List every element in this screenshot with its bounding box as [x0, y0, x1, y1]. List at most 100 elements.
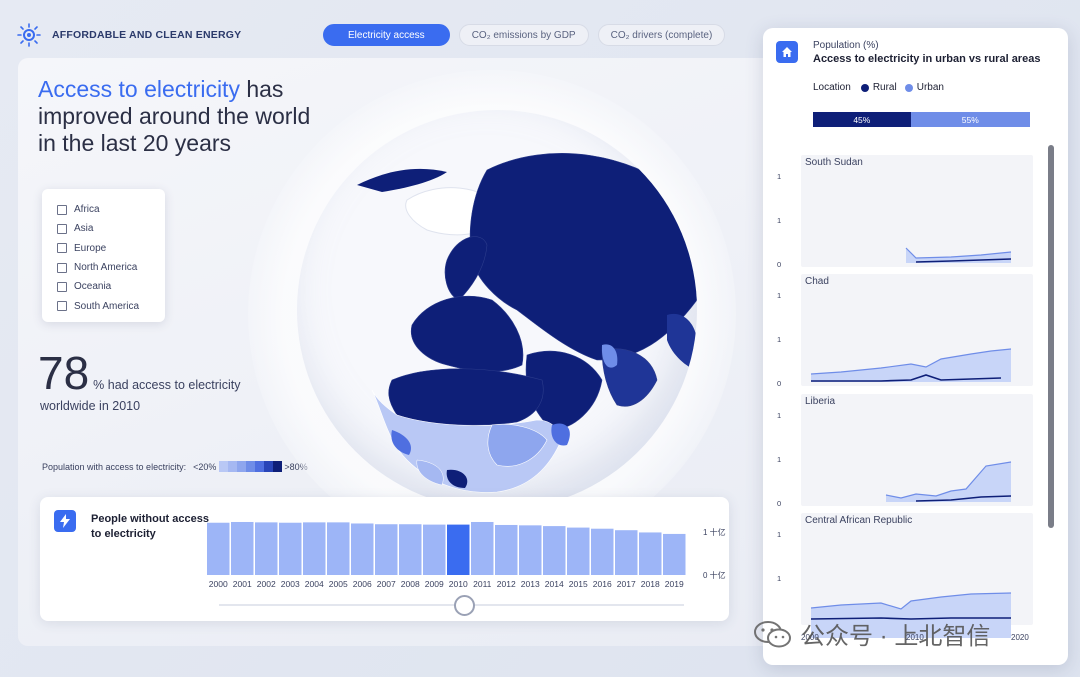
legend-swatch — [219, 461, 229, 472]
checkbox[interactable] — [57, 281, 67, 292]
checkbox[interactable] — [57, 243, 67, 254]
bar-2003[interactable] — [279, 522, 302, 575]
region-label: South America — [74, 300, 140, 312]
region-option-africa[interactable]: Africa — [57, 200, 165, 219]
year-label-2013: 2013 — [520, 579, 540, 589]
bar-2012[interactable] — [495, 524, 518, 575]
bar-2011[interactable] — [471, 521, 494, 575]
bar-2016[interactable] — [591, 528, 614, 575]
area-chart — [810, 348, 1012, 382]
legend-swatch — [264, 461, 274, 472]
watermark-text: 公众号 · 上北智信 — [801, 623, 991, 650]
region-option-south-america[interactable]: South America — [57, 296, 165, 315]
checkbox[interactable] — [57, 223, 67, 234]
bar-2008[interactable] — [399, 524, 422, 575]
home-icon[interactable] — [776, 41, 798, 63]
region-label: Europe — [74, 242, 107, 254]
people-without-access-card: People without access to electricity 1 十… — [40, 497, 729, 621]
tab-co2-drivers[interactable]: CO₂ drivers (complete) — [597, 24, 726, 46]
y-label: 0 — [777, 499, 782, 508]
tab-electricity-access[interactable]: Electricity access — [323, 24, 450, 46]
year-slider-track[interactable] — [219, 604, 684, 606]
bar-2007[interactable] — [375, 524, 398, 575]
world-map — [357, 153, 697, 493]
y-label: 1 — [777, 216, 782, 225]
panel-subtitle: Population (%) — [813, 40, 879, 51]
area-chart — [885, 461, 1012, 502]
panel-title: Access to electricity in urban vs rural … — [813, 53, 1041, 65]
y-label: 1 — [777, 172, 782, 181]
y-label: 1 — [777, 411, 782, 420]
urban-dot — [904, 83, 913, 92]
y-axis-bottom-label: 0 十亿 — [703, 571, 726, 580]
bar-2014[interactable] — [543, 526, 566, 575]
bar-2013[interactable] — [519, 525, 542, 575]
stat-value: 78 — [38, 347, 90, 399]
bar-2015[interactable] — [567, 527, 590, 575]
year-label-2017: 2017 — [616, 579, 636, 589]
legend-swatch — [246, 461, 256, 472]
scrollbar-thumb[interactable] — [1048, 145, 1054, 528]
bar-2019[interactable] — [663, 533, 686, 575]
year-label-2019: 2019 — [664, 579, 684, 589]
region-filter: Africa Asia Europe North America Oceania… — [42, 189, 165, 322]
bar-2001[interactable] — [231, 521, 254, 575]
rural-label[interactable]: Rural — [873, 82, 897, 93]
region-label: Africa — [74, 204, 100, 216]
bar-2006[interactable] — [351, 523, 374, 575]
y-label: 0 — [777, 260, 782, 269]
year-label-2012: 2012 — [496, 579, 516, 589]
location-label: Location — [813, 82, 851, 93]
urban-label[interactable]: Urban — [917, 82, 944, 93]
year-slider-handle[interactable] — [454, 595, 475, 616]
y-label: 1 — [777, 455, 782, 464]
year-label-2002: 2002 — [256, 579, 276, 589]
legend-swatch — [237, 461, 247, 472]
year-label-2011: 2011 — [473, 579, 492, 589]
rural-dot — [860, 83, 869, 92]
rural-share[interactable]: 45% — [813, 112, 911, 127]
legend-swatch — [228, 461, 238, 472]
year-label-2009: 2009 — [424, 579, 444, 589]
legend-swatch — [273, 461, 283, 472]
sun-icon — [17, 23, 41, 47]
year-label-2003: 2003 — [280, 579, 300, 589]
tab-bar: Electricity access CO₂ emissions by GDP … — [323, 24, 726, 46]
year-label-2006: 2006 — [352, 579, 372, 589]
urban-share[interactable]: 55% — [910, 112, 1030, 127]
bar-2004[interactable] — [303, 522, 326, 575]
y-axis-top-label: 1 十亿 — [703, 528, 726, 537]
bar-2005[interactable] — [327, 522, 350, 575]
globe-map[interactable] — [297, 110, 697, 510]
tab-co2-emissions-by-gdp[interactable]: CO₂ emissions by GDP — [458, 24, 589, 46]
checkbox[interactable] — [57, 204, 67, 215]
stat-text: % had access to electricity — [93, 378, 241, 392]
page-title: Access to electricity has improved aroun… — [38, 76, 328, 157]
checkbox[interactable] — [57, 262, 67, 273]
y-label: 1 — [777, 335, 782, 344]
year-label-2018: 2018 — [640, 579, 660, 589]
region-label: Oceania — [74, 281, 112, 293]
country-chart-central-african-republic: Central African Republic — [801, 513, 1033, 638]
bar-2018[interactable] — [639, 532, 662, 575]
country-chart-south-sudan: South Sudan — [801, 155, 1033, 267]
year-label-2016: 2016 — [592, 579, 612, 589]
y-label: 1 — [777, 530, 782, 539]
region-option-oceania[interactable]: Oceania — [57, 277, 165, 296]
bar-2009[interactable] — [423, 524, 446, 575]
stat-year: 2010 — [112, 399, 141, 413]
bar-2002[interactable] — [255, 522, 278, 575]
bar-2000[interactable] — [207, 522, 230, 575]
bar-2017[interactable] — [615, 530, 638, 575]
bar-2010[interactable] — [447, 524, 470, 575]
wechat-icon — [754, 620, 791, 647]
region-option-north-america[interactable]: North America — [57, 258, 165, 277]
lightning-bolt-icon — [54, 510, 76, 532]
checkbox[interactable] — [57, 301, 67, 312]
brand: AFFORDABLE AND CLEAN ENERGY — [16, 22, 241, 48]
year-label-2010: 2010 — [448, 579, 468, 589]
people-title: People without access to electricity — [91, 513, 209, 540]
region-option-asia[interactable]: Asia — [57, 219, 165, 238]
region-option-europe[interactable]: Europe — [57, 239, 165, 258]
stat-subtext: worldwide in 2010 — [40, 399, 140, 413]
